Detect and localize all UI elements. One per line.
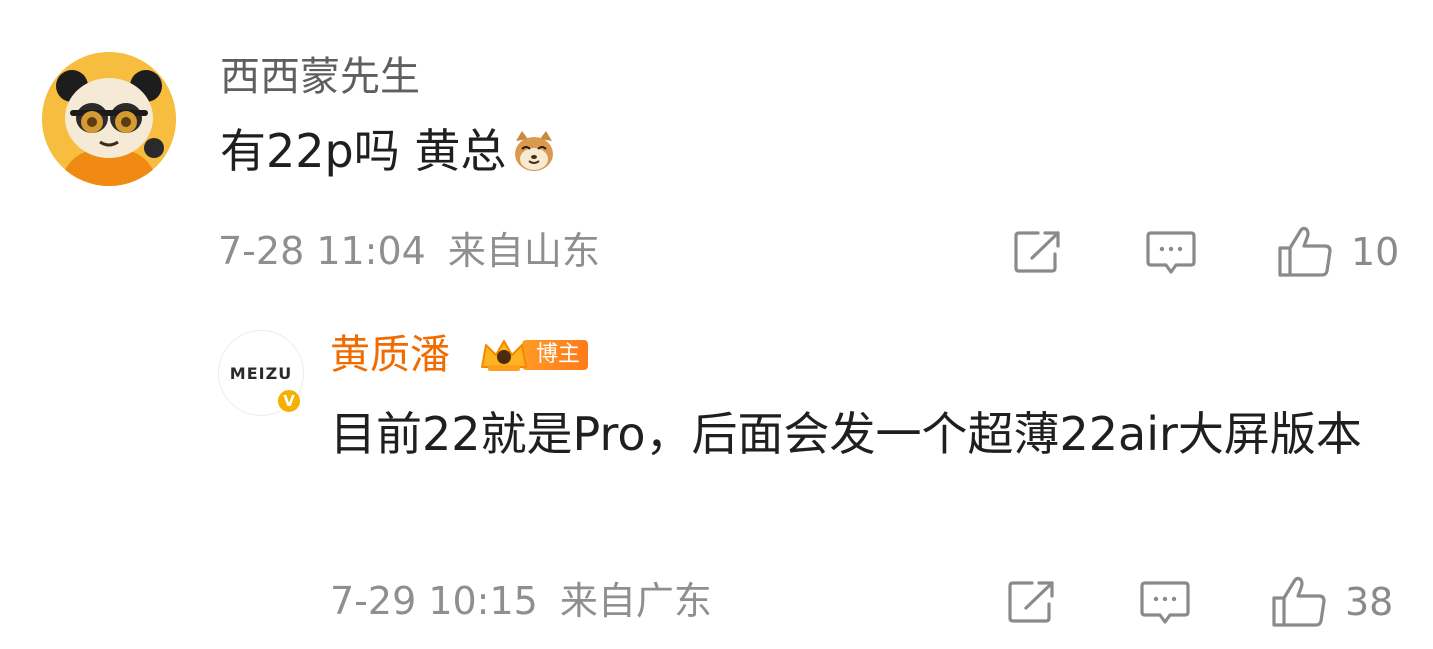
comment-icon xyxy=(1146,231,1196,274)
blogger-label: 博主 xyxy=(522,340,589,370)
reply-comment-text: 目前22就是Pro，后面会发一个超薄22air大屏版本 xyxy=(330,407,1362,461)
comment-thread: 西西蒙先生 有22p吗 黄总 7-28 11:04 来自山东 10 MEIZU … xyxy=(0,0,1433,649)
cat-emoji-icon xyxy=(510,127,558,175)
reply-share-button[interactable] xyxy=(1008,580,1056,624)
like-count: 10 xyxy=(1351,230,1400,274)
comment-text-content: 有22p吗 黄总 xyxy=(220,124,507,178)
reply-comment-button[interactable] xyxy=(1140,580,1190,626)
share-icon xyxy=(1008,581,1054,623)
comment-meta: 7-28 11:04 来自山东 xyxy=(218,228,600,274)
like-button[interactable]: 10 xyxy=(1277,226,1399,278)
like-count: 38 xyxy=(1345,580,1394,624)
reply-meta: 7-29 10:15 来自广东 xyxy=(330,578,712,624)
comment-icon xyxy=(1140,581,1190,624)
reply-username[interactable]: 黄质潘 xyxy=(330,330,450,380)
crown-icon xyxy=(478,337,530,373)
brand-logo-text: MEIZU xyxy=(229,363,293,383)
thumbs-up-icon xyxy=(1278,226,1332,277)
reply-time: 7-29 10:15 xyxy=(330,579,538,623)
verified-badge-icon: V xyxy=(276,388,302,414)
panda-avatar-icon xyxy=(42,52,176,186)
reply-avatar[interactable]: MEIZU V xyxy=(218,330,304,416)
reply-like-button[interactable]: 38 xyxy=(1271,576,1393,628)
thumbs-up-icon xyxy=(1272,576,1326,627)
comment-time: 7-28 11:04 xyxy=(218,229,426,273)
comment-button[interactable] xyxy=(1146,230,1196,276)
comment-location: 来自山东 xyxy=(447,229,600,273)
share-icon xyxy=(1014,231,1060,273)
blogger-badge: 博主 xyxy=(478,337,589,373)
username[interactable]: 西西蒙先生 xyxy=(220,52,420,102)
share-button[interactable] xyxy=(1014,230,1062,274)
comment-text: 有22p吗 黄总 xyxy=(220,122,558,180)
reply-location: 来自广东 xyxy=(559,579,712,623)
avatar[interactable] xyxy=(42,52,176,186)
